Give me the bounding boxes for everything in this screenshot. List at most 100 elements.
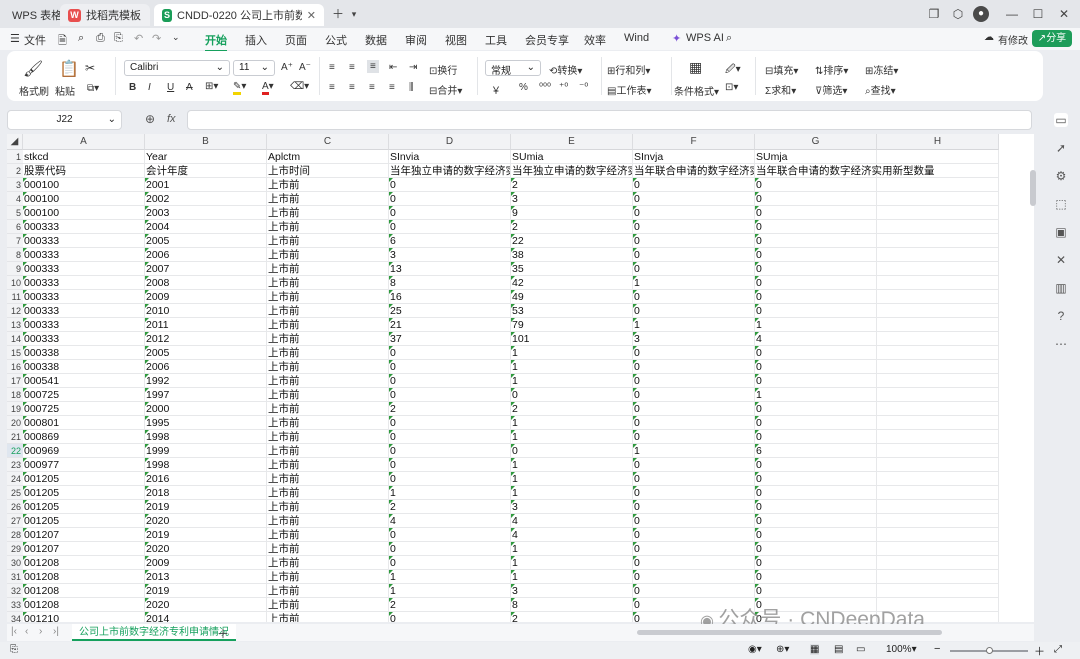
close-tab-icon[interactable]: ✕ — [307, 9, 316, 22]
cut-icon[interactable]: ✂ — [85, 61, 95, 75]
cell[interactable] — [877, 458, 999, 472]
cell[interactable] — [877, 528, 999, 542]
cell[interactable] — [877, 332, 999, 346]
menu-view[interactable]: 视图 — [445, 32, 467, 48]
cell[interactable]: 16 — [389, 290, 511, 304]
vertical-scrollbar[interactable] — [1030, 170, 1036, 206]
cell[interactable]: 1 — [511, 360, 633, 374]
freeze-button[interactable]: ⊞冻结▾ — [865, 62, 898, 77]
cell[interactable]: 0 — [389, 458, 511, 472]
currency-icon[interactable]: ￥ — [491, 82, 501, 97]
cell[interactable]: 0 — [755, 486, 877, 500]
cell[interactable]: 0 — [633, 556, 755, 570]
cond-format-button[interactable]: 条件格式▾ — [674, 83, 719, 98]
cell[interactable]: 1 — [511, 430, 633, 444]
cell[interactable]: 股票代码 — [23, 164, 145, 178]
column-header-h[interactable]: H — [877, 134, 999, 150]
cell[interactable]: 25 — [389, 304, 511, 318]
cell[interactable]: 0 — [755, 192, 877, 206]
cell[interactable]: 2001 — [145, 178, 267, 192]
cell[interactable]: 42 — [511, 276, 633, 290]
search-icon[interactable]: ⌕ — [726, 32, 732, 45]
cell[interactable]: 上市前 — [267, 220, 389, 234]
row-header[interactable]: 15 — [7, 346, 23, 360]
cell[interactable]: 000977 — [23, 458, 145, 472]
column-header-g[interactable]: G — [755, 134, 877, 150]
cell[interactable]: 2020 — [145, 542, 267, 556]
new-tab-icon[interactable]: ＋ — [330, 6, 346, 22]
cell[interactable]: 0 — [633, 346, 755, 360]
cell[interactable]: 001208 — [23, 584, 145, 598]
cell[interactable]: 2020 — [145, 598, 267, 612]
cell[interactable]: 2 — [511, 220, 633, 234]
cell[interactable]: 1 — [389, 584, 511, 598]
cell[interactable]: SInvia — [389, 150, 511, 164]
align-left-icon[interactable]: ≡ — [329, 82, 335, 93]
zoom-slider[interactable] — [950, 647, 1028, 654]
cell[interactable]: 2011 — [145, 318, 267, 332]
row-header[interactable]: 28 — [7, 528, 23, 542]
cell[interactable] — [877, 346, 999, 360]
cell[interactable] — [877, 570, 999, 584]
cell[interactable]: stkcd — [23, 150, 145, 164]
print-preview-icon[interactable]: ⎘ — [114, 32, 123, 45]
cell[interactable]: 0 — [633, 220, 755, 234]
menu-wind[interactable]: Wind — [624, 32, 649, 44]
row-header[interactable]: 12 — [7, 304, 23, 318]
cell[interactable]: 0 — [755, 178, 877, 192]
cell[interactable]: 上市前 — [267, 206, 389, 220]
decrease-decimal-icon[interactable]: ⁻⁰ — [579, 82, 588, 93]
cell[interactable]: 2 — [511, 612, 633, 622]
menu-member[interactable]: 会员专享 — [525, 32, 569, 48]
cell[interactable]: 0 — [755, 472, 877, 486]
cell[interactable]: 上市前 — [267, 514, 389, 528]
menu-icon[interactable]: ☰ — [10, 32, 20, 45]
cell[interactable]: 0 — [633, 528, 755, 542]
column-header-b[interactable]: B — [145, 134, 267, 150]
cell[interactable]: 1 — [511, 374, 633, 388]
cell[interactable]: 2005 — [145, 346, 267, 360]
cell[interactable]: 上市前 — [267, 556, 389, 570]
row-header[interactable]: 31 — [7, 570, 23, 584]
tab-workbook[interactable]: S CNDD-0220 公司上市前数字经济 ✕ — [154, 4, 324, 26]
cell[interactable]: 0 — [755, 458, 877, 472]
cell[interactable]: 2019 — [145, 528, 267, 542]
cell[interactable]: 1998 — [145, 430, 267, 444]
cell[interactable]: 0 — [755, 262, 877, 276]
cell[interactable]: 上市前 — [267, 402, 389, 416]
cell[interactable]: 6 — [755, 444, 877, 458]
cell[interactable]: 0 — [389, 556, 511, 570]
cell[interactable]: 0 — [511, 444, 633, 458]
filter-button[interactable]: ⊽筛选▾ — [815, 82, 847, 97]
indent-right-icon[interactable]: ⇥ — [409, 62, 417, 73]
cell[interactable]: 35 — [511, 262, 633, 276]
cell[interactable]: SUmia — [511, 150, 633, 164]
column-header-e[interactable]: E — [511, 134, 633, 150]
cell[interactable]: 上市前 — [267, 528, 389, 542]
cell[interactable] — [877, 318, 999, 332]
cell[interactable]: 0 — [633, 206, 755, 220]
row-header[interactable]: 19 — [7, 402, 23, 416]
cell[interactable]: SUmja — [755, 150, 877, 164]
horizontal-scrollbar[interactable] — [637, 630, 942, 635]
cell[interactable]: 0 — [389, 612, 511, 622]
cell[interactable]: 0 — [755, 500, 877, 514]
cell[interactable]: 0 — [755, 430, 877, 444]
cell[interactable]: 8 — [389, 276, 511, 290]
cell[interactable]: 1995 — [145, 416, 267, 430]
cell[interactable]: 0 — [755, 248, 877, 262]
cell[interactable]: 0 — [633, 500, 755, 514]
minimize-icon[interactable]: — — [1004, 6, 1020, 22]
cell[interactable]: 000541 — [23, 374, 145, 388]
cell[interactable]: 上市前 — [267, 318, 389, 332]
cell[interactable]: 0 — [633, 248, 755, 262]
cell[interactable]: 上市前 — [267, 486, 389, 500]
row-header[interactable]: 3 — [7, 178, 23, 192]
column-header-f[interactable]: F — [633, 134, 755, 150]
cell[interactable]: 2020 — [145, 514, 267, 528]
wrap-button[interactable]: ⊡换行 — [429, 62, 457, 77]
cell[interactable] — [877, 234, 999, 248]
cell[interactable]: 9 — [511, 206, 633, 220]
cell[interactable]: 000338 — [23, 346, 145, 360]
rows-cols-button[interactable]: ⊞行和列▾ — [607, 62, 650, 77]
